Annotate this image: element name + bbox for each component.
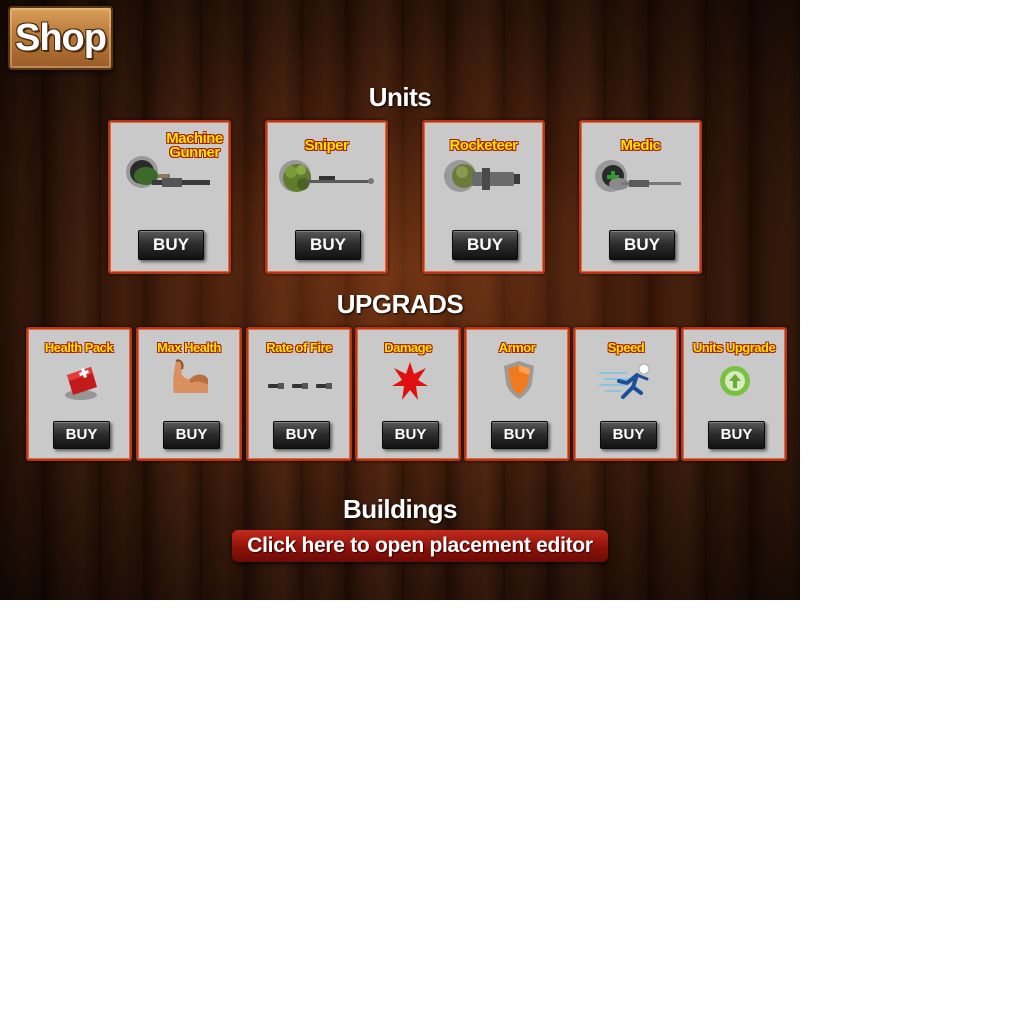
unit-title: Medic	[620, 137, 661, 154]
buy-rocketeer-button[interactable]: BUY	[452, 230, 518, 260]
upgrade-title: Max Health	[157, 340, 221, 355]
buy-damage-button[interactable]: BUY	[382, 421, 439, 449]
running-man-icon	[599, 363, 650, 399]
bullets-icon	[268, 383, 332, 389]
buy-machine-gunner-button[interactable]: BUY	[138, 230, 204, 260]
buy-sniper-button[interactable]: BUY	[295, 230, 361, 260]
buy-medic-button[interactable]: BUY	[609, 230, 675, 260]
upgrade-card-speed: Speed BUY	[573, 327, 679, 461]
flexed-arm-icon	[173, 359, 208, 393]
upgrade-title: Speed	[607, 340, 645, 355]
shop-title: Shop	[15, 16, 107, 59]
upgrade-title: Damage	[384, 340, 432, 355]
upgrade-card-max-health: Max Health BUY	[136, 327, 242, 461]
unit-card-medic: Medic BUY	[579, 120, 702, 274]
unit-title: Sniper	[304, 137, 349, 154]
upgrade-title: Health Pack	[44, 340, 114, 355]
unit-title: Rocketeer	[449, 137, 518, 154]
upgrade-card-health-pack: Health Pack BUY	[26, 327, 132, 461]
open-placement-editor-button[interactable]: Click here to open placement editor	[232, 530, 608, 562]
upgrade-card-armor: Armor BUY	[464, 327, 570, 461]
buy-rate-of-fire-button[interactable]: BUY	[273, 421, 330, 449]
explosion-icon	[392, 362, 428, 400]
rocketeer-icon	[444, 160, 520, 192]
upgrades-heading: UPGRADS	[336, 289, 464, 319]
buy-health-pack-button[interactable]: BUY	[53, 421, 110, 449]
upgrade-title: Units Upgrade	[692, 340, 776, 355]
buy-units-upgrade-button[interactable]: BUY	[708, 421, 765, 449]
buy-speed-button[interactable]: BUY	[600, 421, 657, 449]
unit-card-machine-gunner: Machine Gunner BUY	[108, 120, 231, 274]
shop-sign: Shop	[8, 6, 113, 70]
unit-card-sniper: Sniper BUY	[265, 120, 388, 274]
upgrade-card-rate-of-fire: Rate of Fire BUY	[246, 327, 352, 461]
medic-icon	[595, 160, 681, 192]
up-arrow-circle-icon	[720, 366, 750, 396]
health-pack-icon	[65, 367, 97, 400]
upgrade-card-damage: Damage BUY	[355, 327, 461, 461]
machine-gunner-icon	[126, 156, 210, 188]
sniper-icon	[279, 160, 374, 192]
upgrade-title: Armor	[498, 340, 536, 355]
game-shop-screen: Shop Units Machine Gunner BUY Sniper BUY…	[0, 0, 800, 600]
buildings-heading: Buildings	[343, 494, 457, 524]
shield-icon	[504, 361, 534, 399]
upgrade-title: Rate of Fire	[266, 340, 332, 355]
units-heading: Units	[368, 82, 432, 112]
upgrade-card-units-upgrade: Units Upgrade BUY	[681, 327, 787, 461]
buy-max-health-button[interactable]: BUY	[163, 421, 220, 449]
unit-card-rocketeer: Rocketeer BUY	[422, 120, 545, 274]
buy-armor-button[interactable]: BUY	[491, 421, 548, 449]
